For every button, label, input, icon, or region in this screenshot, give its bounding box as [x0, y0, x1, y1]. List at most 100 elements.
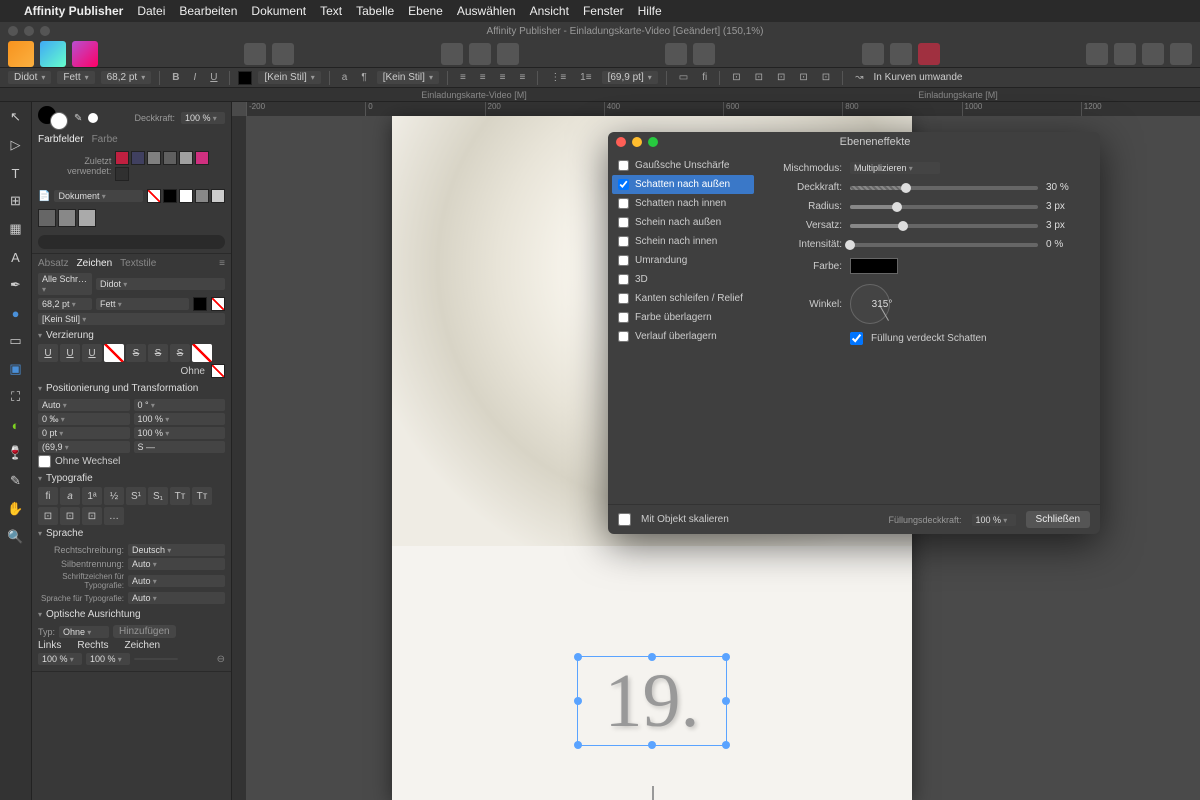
scale-with-object-checkbox[interactable]: [618, 513, 631, 526]
fx-checkbox[interactable]: [618, 331, 629, 342]
menu-hilfe[interactable]: Hilfe: [638, 4, 662, 18]
fx-offset-value[interactable]: 3 px: [1046, 220, 1086, 231]
toolbar-align-icon[interactable]: [1142, 43, 1164, 65]
italic-button[interactable]: I: [189, 72, 200, 83]
dialog-max-icon[interactable]: [648, 137, 658, 147]
tab-textstile[interactable]: Textstile: [120, 258, 156, 269]
palette-swatches[interactable]: [147, 189, 225, 203]
recent-swatches[interactable]: [115, 151, 225, 181]
fx-checkbox[interactable]: [618, 236, 629, 247]
text-tool-icon[interactable]: T: [7, 164, 25, 182]
window-max-icon[interactable]: [40, 26, 50, 36]
window-close-icon[interactable]: [8, 26, 18, 36]
fx-inner-shadow[interactable]: Schatten nach innen: [612, 194, 754, 213]
section-language[interactable]: Sprache: [38, 525, 225, 542]
fx-3d[interactable]: 3D: [612, 270, 754, 289]
align-justify-icon[interactable]: ≡: [515, 72, 529, 83]
strike-double-icon[interactable]: S: [170, 344, 190, 362]
hyphen-dropdown[interactable]: Auto: [128, 558, 225, 570]
fx-outline[interactable]: Umrandung: [612, 251, 754, 270]
para-panel-icon[interactable]: ¶: [357, 72, 370, 83]
app-menu[interactable]: Affinity Publisher: [24, 4, 123, 18]
menu-dokument[interactable]: Dokument: [251, 4, 306, 18]
menu-datei[interactable]: Datei: [137, 4, 165, 18]
optical-left-field[interactable]: 100 %: [38, 653, 82, 665]
section-optical[interactable]: Optische Ausrichtung: [38, 606, 225, 623]
fx-opacity-value[interactable]: 30 %: [1046, 182, 1086, 193]
fx-gaussian-blur[interactable]: Gaußsche Unschärfe: [612, 156, 754, 175]
underline-button[interactable]: U: [206, 72, 221, 83]
palette-dropdown[interactable]: Dokument: [54, 190, 143, 202]
artistic-text-tool-icon[interactable]: A: [7, 248, 25, 266]
font-weight-dropdown[interactable]: Fett: [57, 71, 94, 84]
fx-gradient-overlay[interactable]: Verlauf überlagern: [612, 327, 754, 346]
typochar-dropdown[interactable]: Auto: [128, 575, 225, 587]
menu-ansicht[interactable]: Ansicht: [530, 4, 569, 18]
toolbar-icon[interactable]: [469, 43, 491, 65]
placeimg-tool-icon[interactable]: ▣: [7, 360, 25, 378]
font-size-panel[interactable]: 68,2 pt: [38, 298, 92, 310]
curves-icon[interactable]: ↝: [851, 72, 867, 83]
text-color-swatch[interactable]: [238, 71, 252, 85]
fx-opacity-slider[interactable]: [850, 186, 1038, 190]
add-button[interactable]: Hinzufügen: [113, 625, 176, 638]
fx-checkbox[interactable]: [618, 198, 629, 209]
crop-tool-icon[interactable]: ⛶: [7, 388, 25, 406]
vscale-field[interactable]: 100 %: [134, 427, 226, 439]
typo-frac-icon[interactable]: ½: [104, 487, 124, 505]
fx-checkbox[interactable]: [618, 217, 629, 228]
menu-tabelle[interactable]: Tabelle: [356, 4, 394, 18]
remove-icon[interactable]: ⊖: [217, 654, 225, 665]
tracking-field[interactable]: 0 ‰: [38, 413, 130, 425]
toolbar-icon[interactable]: [497, 43, 519, 65]
align-left-icon[interactable]: ≡: [456, 72, 470, 83]
eyedropper-icon[interactable]: ✎: [74, 113, 82, 124]
font-family-dropdown-panel[interactable]: Didot: [96, 278, 225, 290]
opacity-field[interactable]: 100 %: [181, 112, 225, 124]
persona-photo-icon[interactable]: [72, 41, 98, 67]
hand-tool-icon[interactable]: ✋: [7, 500, 25, 518]
fx-checkbox[interactable]: [618, 160, 629, 171]
window-min-icon[interactable]: [24, 26, 34, 36]
fx-checkbox[interactable]: [618, 255, 629, 266]
toolbar-list-icon[interactable]: [693, 43, 715, 65]
toolbar-icon[interactable]: [272, 43, 294, 65]
fx-radius-slider[interactable]: [850, 205, 1038, 209]
font-collection-dropdown[interactable]: Alle Schr…: [38, 273, 92, 295]
toolbar-rect-icon[interactable]: [890, 43, 912, 65]
char-panel-icon[interactable]: a: [338, 72, 352, 83]
strike-single-icon[interactable]: S: [148, 344, 168, 362]
strike-diag-icon[interactable]: [192, 344, 212, 362]
font-size-field[interactable]: 68,2 pt: [101, 71, 152, 84]
close-button[interactable]: Schließen: [1026, 511, 1090, 528]
selection-box[interactable]: 19.: [577, 656, 727, 746]
rotate-field[interactable]: 0 °: [134, 399, 226, 411]
menu-ebene[interactable]: Ebene: [408, 4, 443, 18]
pen-tool-icon[interactable]: ✒: [7, 276, 25, 294]
leading-override-field[interactable]: (69,9: [38, 441, 130, 453]
table-tool-icon[interactable]: ▦: [7, 220, 25, 238]
gradient-tool-icon[interactable]: ◐: [7, 416, 25, 434]
otf-icon[interactable]: ⊡: [751, 72, 767, 83]
typo-opt-icon[interactable]: ⊡: [60, 507, 80, 525]
fx-checkbox[interactable]: [618, 274, 629, 285]
optical-right-field[interactable]: 100 %: [86, 653, 130, 665]
char-style-dropdown[interactable]: [Kein Stil]: [258, 71, 320, 84]
shear-field[interactable]: S —: [134, 441, 226, 453]
swatch-search-input[interactable]: [38, 235, 225, 249]
toolbar-icon[interactable]: [441, 43, 463, 65]
baseline-field[interactable]: 0 pt: [38, 427, 130, 439]
transparency-tool-icon[interactable]: 🍷: [7, 444, 25, 462]
fx-intensity-slider[interactable]: [850, 243, 1038, 247]
fx-inner-glow[interactable]: Schein nach innen: [612, 232, 754, 251]
typo-a-icon[interactable]: a: [60, 487, 80, 505]
para-style-dropdown[interactable]: [Kein Stil]: [377, 71, 439, 84]
zoom-tool-icon[interactable]: 🔍: [7, 528, 25, 546]
optical-char-field[interactable]: [134, 658, 178, 660]
brush-tool-icon[interactable]: ✎: [7, 472, 25, 490]
align-center-icon[interactable]: ≡: [476, 72, 490, 83]
bold-button[interactable]: B: [168, 72, 183, 83]
toolbar-align-icon[interactable]: [1114, 43, 1136, 65]
toolbar-preview-icon[interactable]: [862, 43, 884, 65]
text-bg-panel[interactable]: [211, 297, 225, 311]
